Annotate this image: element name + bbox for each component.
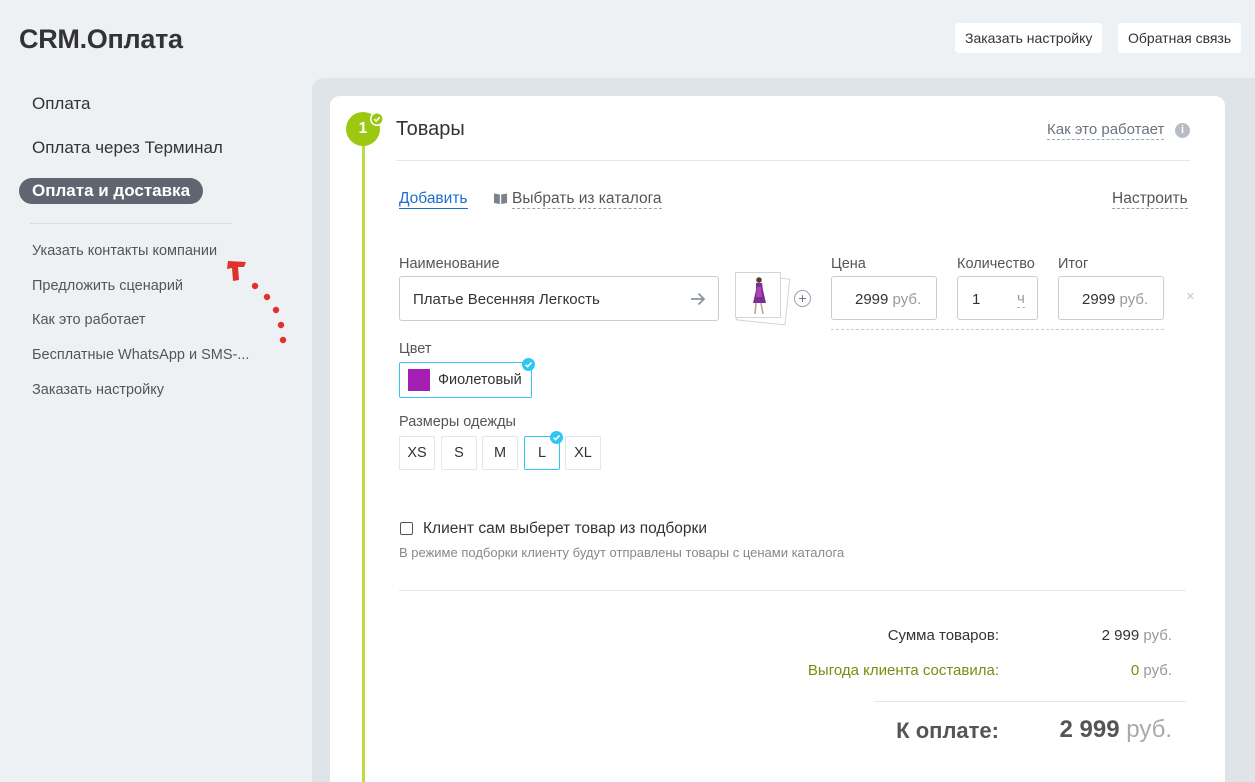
client-selection-label[interactable]: Клиент сам выберет товар из подборки: [423, 520, 707, 538]
benefit-amount: 0 руб.: [1131, 662, 1172, 679]
benefit-value: 0: [1130, 662, 1140, 679]
client-selection-hint: В режиме подборки клиенту будут отправле…: [399, 545, 845, 560]
configure-link[interactable]: Настроить: [1112, 190, 1188, 209]
total-to-pay-value: 2 999: [1059, 716, 1120, 743]
product-thumbnail[interactable]: [735, 272, 781, 318]
sidebar-divider: [30, 223, 232, 224]
total-unit: руб.: [1119, 291, 1149, 308]
benefit-label: Выгода клиента составила:: [807, 662, 999, 679]
app-title: CRM.Оплата: [19, 24, 183, 54]
arrow-right-icon[interactable]: [690, 292, 706, 306]
sum-label: Сумма товаров:: [887, 627, 999, 644]
total-field[interactable]: 2999 руб.: [1058, 276, 1164, 320]
client-selection-checkbox[interactable]: [400, 522, 413, 535]
add-product-link[interactable]: Добавить: [399, 190, 468, 209]
book-icon: [494, 193, 507, 204]
name-label: Наименование: [399, 256, 500, 272]
sum-unit: руб.: [1143, 627, 1172, 644]
price-field[interactable]: 2999 руб.: [831, 276, 937, 320]
sidebar-link-order-setup[interactable]: Заказать настройку: [32, 382, 164, 398]
dress-image-icon: [753, 277, 766, 315]
sidebar-item-terminal-payment[interactable]: Оплата через Терминал: [19, 135, 236, 161]
dotted-arrow-icon: [227, 261, 287, 344]
total-value: 2999: [1082, 291, 1116, 308]
section-title: Товары: [396, 118, 465, 140]
total-divider: [874, 701, 1186, 702]
color-label: Цвет: [399, 341, 432, 357]
size-option-m[interactable]: M: [482, 436, 518, 470]
section-divider: [396, 160, 1190, 161]
how-it-works-link[interactable]: Как это работает: [1047, 121, 1165, 140]
size-option-s[interactable]: S: [441, 436, 477, 470]
total-to-pay-unit: руб.: [1126, 716, 1172, 743]
size-selected-check-icon: [550, 431, 563, 444]
order-setup-button[interactable]: Заказать настройку: [955, 23, 1103, 53]
quantity-unit-select[interactable]: ч: [1017, 291, 1025, 308]
size-option-xs[interactable]: XS: [399, 436, 435, 470]
sidebar-item-payment-delivery[interactable]: Оплата и доставка: [19, 178, 204, 204]
sidebar-link-company-contacts[interactable]: Указать контакты компании: [32, 243, 217, 259]
total-to-pay-label: К оплате:: [896, 718, 999, 743]
price-unit: руб.: [892, 291, 922, 308]
step-complete-check-icon: [370, 112, 384, 126]
summary-divider: [399, 590, 1186, 591]
row-dashed-divider: [831, 329, 1164, 330]
benefit-unit: руб.: [1143, 662, 1172, 679]
info-icon[interactable]: i: [1175, 123, 1190, 138]
color-swatch: [408, 369, 430, 391]
sum-amount: 2 999 руб.: [1102, 627, 1172, 644]
remove-product-icon[interactable]: ×: [1186, 288, 1195, 305]
sizes-label: Размеры одежды: [399, 414, 516, 430]
quantity-label: Количество: [957, 256, 1035, 272]
total-label: Итог: [1058, 256, 1089, 272]
add-image-button[interactable]: +: [794, 290, 811, 307]
sidebar-link-whatsapp-sms[interactable]: Бесплатные WhatsApp и SMS-...: [32, 347, 249, 363]
sum-value: 2 999: [1101, 627, 1140, 644]
color-option-label: Фиолетовый: [438, 372, 522, 388]
sidebar-item-payment[interactable]: Оплата: [19, 91, 103, 117]
total-to-pay-amount: 2 999 руб.: [1060, 716, 1173, 744]
quantity-value: 1: [972, 291, 981, 308]
sidebar-link-how-it-works[interactable]: Как это работает: [32, 312, 145, 328]
product-name-field[interactable]: Платье Весенняя Легкость: [399, 276, 719, 321]
feedback-button[interactable]: Обратная связь: [1118, 23, 1242, 53]
step-progress-line: [362, 140, 365, 782]
choose-from-catalog-link[interactable]: Выбрать из каталога: [512, 190, 662, 209]
quantity-field[interactable]: 1 ч: [957, 276, 1038, 320]
product-name-value: Платье Весенняя Легкость: [413, 291, 600, 308]
price-label: Цена: [831, 256, 866, 272]
color-option-purple[interactable]: Фиолетовый: [399, 362, 532, 398]
color-selected-check-icon: [522, 358, 535, 371]
sidebar-link-suggest-scenario[interactable]: Предложить сценарий: [32, 278, 183, 294]
size-option-xl[interactable]: XL: [565, 436, 601, 470]
price-value: 2999: [855, 291, 889, 308]
